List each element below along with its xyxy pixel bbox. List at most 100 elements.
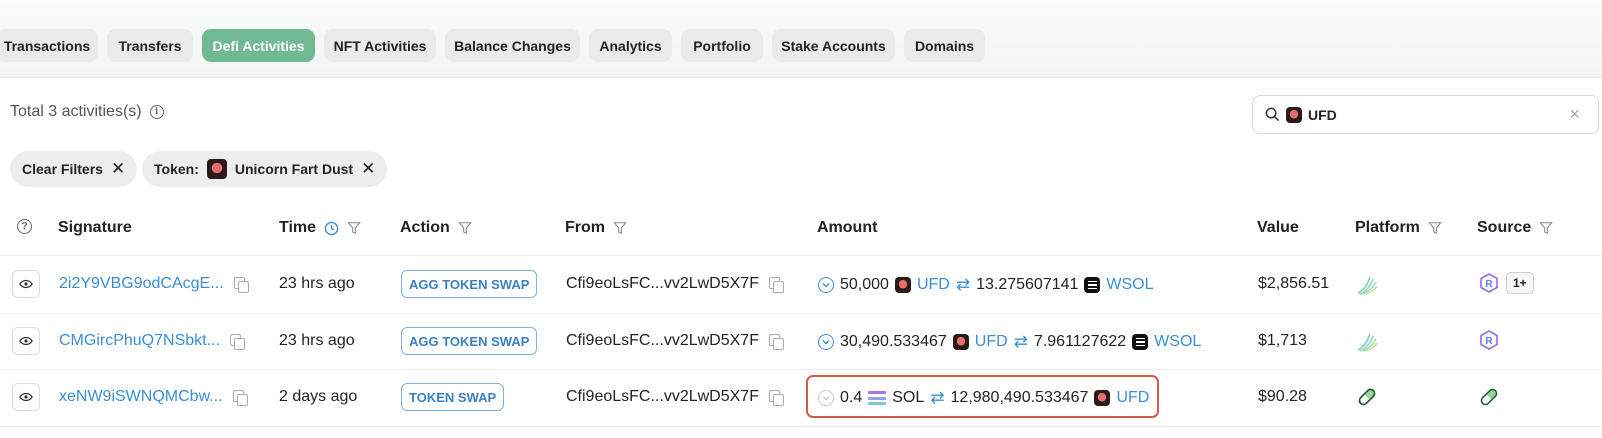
time-cell: 23 hrs ago (279, 332, 355, 349)
copy-icon[interactable] (768, 276, 784, 293)
signature-link[interactable]: 2i2Y9VBG9odCAcgE... (59, 275, 224, 293)
token-in-link[interactable]: UFD (917, 276, 950, 294)
expand-icon[interactable] (818, 334, 834, 350)
action-badge: AGG TOKEN SWAP (401, 327, 538, 355)
time-cell: 2 days ago (279, 388, 358, 405)
sol-token-icon (868, 391, 887, 405)
source-cell: R 1+ (1478, 272, 1534, 294)
column-amount: Amount (817, 219, 877, 237)
tab-balance-changes[interactable]: Balance Changes (445, 29, 580, 62)
close-icon[interactable]: ✕ (361, 159, 375, 179)
from-cell: Cfi9eoLsFC...vv2LwD5X7F (566, 275, 784, 293)
amount-out: 7.961127622 (1033, 333, 1127, 350)
amount-in: 0.4 (840, 389, 863, 406)
filter-icon[interactable] (1539, 221, 1554, 235)
from-address[interactable]: Cfi9eoLsFC...vv2LwD5X7F (566, 275, 759, 293)
from-cell: Cfi9eoLsFC...vv2LwD5X7F (566, 332, 784, 350)
token-search-input[interactable]: UFD × (1252, 95, 1599, 134)
filter-icon[interactable] (613, 221, 627, 235)
tab-analytics[interactable]: Analytics (589, 29, 672, 62)
filter-icon[interactable] (457, 221, 472, 235)
divider (0, 369, 1602, 370)
amount-out: 13.275607141 (976, 276, 1079, 293)
tab-nft-activities[interactable]: NFT Activities (324, 29, 436, 62)
signature-link[interactable]: xeNW9iSWNQMCbw... (59, 388, 223, 406)
copy-icon[interactable] (229, 333, 245, 350)
pill-platform-icon[interactable] (1356, 386, 1378, 408)
ufd-token-icon (1286, 106, 1302, 123)
meteora-platform-icon[interactable] (1356, 273, 1378, 295)
clear-filters-label: Clear Filters (22, 161, 103, 177)
tab-portfolio[interactable]: Portfolio (681, 29, 763, 62)
clock-icon[interactable] (324, 221, 339, 236)
svg-text:R: R (1485, 279, 1493, 290)
total-text: Total 3 activities(s) (10, 103, 142, 120)
from-address[interactable]: Cfi9eoLsFC...vv2LwD5X7F (566, 388, 759, 406)
signature-cell: CMGircPhuQ7NSbkt... (59, 332, 245, 350)
wsol-token-icon (1132, 334, 1149, 350)
pill-source-icon[interactable] (1478, 386, 1500, 408)
token-out-link[interactable]: WSOL (1154, 333, 1201, 351)
copy-icon[interactable] (232, 389, 248, 406)
column-platform: Platform (1355, 219, 1442, 237)
signature-link[interactable]: CMGircPhuQ7NSbkt... (59, 332, 220, 350)
column-label: Action (400, 219, 450, 236)
ufd-token-icon (952, 334, 969, 350)
column-time: Time (279, 219, 361, 237)
token-filter-chip[interactable]: Token: Unicorn Fart Dust ✕ (142, 151, 388, 187)
signature-cell: 2i2Y9VBG9odCAcgE... (59, 275, 249, 293)
time-cell: 23 hrs ago (279, 275, 355, 292)
help-icon[interactable]: ? (17, 219, 32, 234)
column-label: Source (1477, 219, 1532, 236)
search-value: UFD (1308, 106, 1337, 123)
tab-transfers[interactable]: Transfers (107, 29, 193, 62)
amount-cell: 0.4 SOL ⇄ 12,980,490.533467 UFD (818, 388, 1149, 408)
view-details-button[interactable] (12, 327, 40, 355)
view-details-button[interactable] (12, 383, 40, 411)
ufd-token-icon (1094, 390, 1111, 406)
copy-icon[interactable] (768, 333, 784, 350)
expand-icon[interactable] (818, 277, 834, 293)
raydium-source-icon[interactable]: R (1478, 272, 1500, 294)
tab-domains[interactable]: Domains (904, 29, 985, 62)
swap-arrows-icon: ⇄ (955, 275, 971, 294)
raydium-source-icon[interactable]: R (1478, 329, 1500, 351)
amount-cell: 50,000 UFD ⇄ 13.275607141 WSOL (818, 275, 1154, 295)
token-out-link[interactable]: WSOL (1106, 276, 1153, 294)
value-cell: $2,856.51 (1258, 275, 1330, 292)
clear-search-icon[interactable]: × (1569, 105, 1580, 123)
action-badge: AGG TOKEN SWAP (401, 270, 538, 298)
platform-cell (1356, 273, 1378, 295)
meteora-platform-icon[interactable] (1356, 330, 1378, 352)
tab-defi-activities[interactable]: Defi Activities (202, 29, 315, 62)
column-label: Time (279, 219, 317, 236)
token-out-link[interactable]: UFD (1116, 389, 1149, 407)
ufd-token-icon (206, 159, 227, 179)
filter-icon[interactable] (1428, 221, 1442, 235)
copy-icon[interactable] (768, 389, 784, 406)
eye-icon (19, 279, 33, 289)
token-in-link[interactable]: UFD (975, 333, 1008, 351)
view-details-button[interactable] (12, 270, 40, 298)
action-badge: TOKEN SWAP (401, 383, 505, 411)
svg-text:R: R (1485, 336, 1493, 347)
column-label: Signature (58, 219, 132, 236)
clear-filters-chip[interactable]: Clear Filters ✕ (10, 151, 138, 187)
column-label: Platform (1355, 219, 1420, 236)
tab-transactions[interactable]: Transactions (0, 29, 98, 62)
close-icon[interactable]: ✕ (111, 159, 125, 179)
filter-icon[interactable] (347, 221, 361, 235)
wsol-token-icon (1084, 277, 1101, 293)
divider (0, 313, 1602, 314)
expand-icon[interactable] (818, 390, 834, 406)
info-icon[interactable]: i (149, 105, 164, 119)
token-filter-name: Unicorn Fart Dust (234, 161, 354, 177)
column-from: From (565, 219, 627, 237)
more-sources-pill[interactable]: 1+ (1506, 272, 1534, 294)
from-address[interactable]: Cfi9eoLsFC...vv2LwD5X7F (566, 332, 759, 350)
column-source: Source (1477, 219, 1554, 237)
platform-cell (1356, 330, 1378, 352)
swap-arrows-icon: ⇄ (1013, 332, 1028, 351)
tab-stake-accounts[interactable]: Stake Accounts (772, 29, 895, 62)
copy-icon[interactable] (233, 276, 249, 293)
